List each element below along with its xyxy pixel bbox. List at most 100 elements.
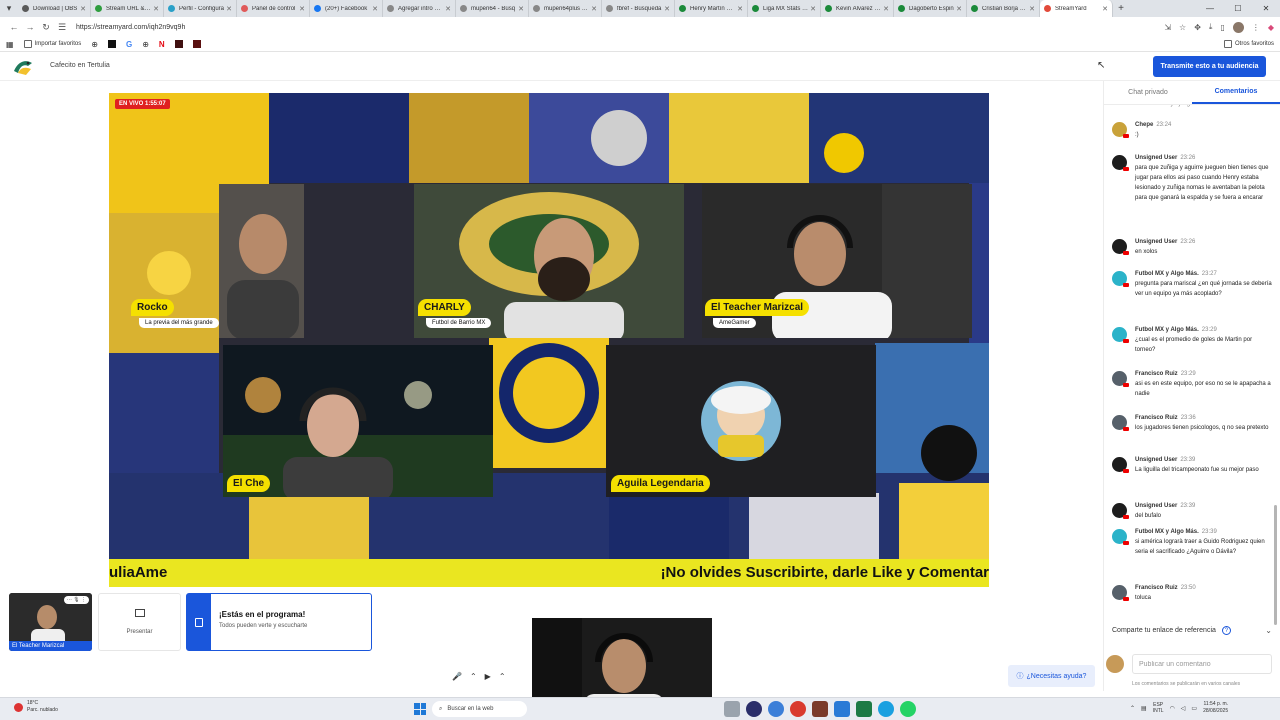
- bookmark-dark-2[interactable]: [192, 40, 201, 48]
- referral-link-toggle[interactable]: Comparte tu enlace de referencia ? ⌄: [1112, 626, 1272, 635]
- browser-tab[interactable]: fbref - Búsqueda ✕: [602, 0, 675, 17]
- app-skype-icon[interactable]: [878, 701, 894, 717]
- participant-video-rocko[interactable]: [219, 184, 304, 338]
- tab-close-icon[interactable]: ✕: [226, 5, 232, 13]
- mic-icon[interactable]: 🎙: [73, 597, 79, 603]
- tab-close-icon[interactable]: ✕: [737, 5, 743, 13]
- bookmark-google[interactable]: G: [126, 40, 132, 49]
- tab-close-icon[interactable]: ✕: [591, 5, 597, 13]
- help-button[interactable]: ⓘ ¿Necesitas ayuda?: [1008, 665, 1095, 687]
- url-field[interactable]: https://streamyard.com/iqh2n9vq9h: [76, 24, 1164, 31]
- install-icon[interactable]: ⇲: [1164, 23, 1171, 32]
- participant-video-el-che[interactable]: [223, 345, 493, 497]
- comment-item[interactable]: Futbol MX y Algo Más. 23:29 ¿cual es el pr…: [1112, 327, 1272, 355]
- self-camera-controls[interactable]: ··· 🎙 ⋮: [63, 596, 89, 604]
- question-icon[interactable]: ?: [1221, 626, 1231, 635]
- profile-avatar[interactable]: [1232, 21, 1244, 33]
- tab-close-icon[interactable]: ✕: [518, 5, 524, 13]
- browser-tab[interactable]: Perfil - Configura ✕: [164, 0, 237, 17]
- bookmark-globe-2[interactable]: ⊕: [142, 40, 149, 49]
- chevron-up-icon[interactable]: ⌃: [1130, 705, 1135, 712]
- chevron-down-icon[interactable]: ⌄: [1265, 626, 1272, 635]
- browser-tab[interactable]: Cristian Borja Sta ✕: [967, 0, 1040, 17]
- app-chrome-icon[interactable]: [790, 701, 806, 717]
- reload-icon[interactable]: ↻: [38, 22, 54, 33]
- bookmark-netflix[interactable]: N: [159, 40, 165, 49]
- battery-icon[interactable]: ▭: [1191, 705, 1197, 712]
- browser-tab[interactable]: mupen64plus - E ✕: [529, 0, 602, 17]
- app-store-icon[interactable]: [812, 701, 828, 717]
- microphone-icon[interactable]: 🎤: [452, 672, 462, 681]
- minimize-icon[interactable]: —: [1196, 4, 1224, 13]
- extensions-icon[interactable]: ✥: [1194, 23, 1201, 32]
- bookmark-globe[interactable]: ⊕: [91, 40, 98, 49]
- comment-list[interactable]: nervios o así ya juego Chepe23:24:) Unsign…: [1104, 105, 1280, 615]
- app-obs-icon[interactable]: [746, 701, 762, 717]
- app-edge-icon[interactable]: [768, 701, 784, 717]
- comment-input[interactable]: [1132, 654, 1272, 674]
- scrollbar-thumb[interactable]: [1274, 505, 1277, 625]
- streamyard-logo-icon[interactable]: [12, 57, 34, 77]
- back-icon[interactable]: ←: [6, 22, 22, 32]
- comment-item[interactable]: nervios o así ya juego: [1112, 105, 1272, 120]
- tab-close-icon[interactable]: ✕: [810, 5, 816, 13]
- app-whatsapp-icon[interactable]: [900, 701, 916, 717]
- network-icon[interactable]: ▤: [1141, 705, 1147, 712]
- browser-tab[interactable]: Henry Martín Sta ✕: [675, 0, 748, 17]
- browser-tab[interactable]: Agregar intro a C ✕: [383, 0, 456, 17]
- tab-comments[interactable]: Comentarios: [1192, 81, 1280, 104]
- chevron-up-icon[interactable]: ⌃: [499, 672, 506, 681]
- tab-close-icon[interactable]: ✕: [1029, 5, 1035, 13]
- menu-icon[interactable]: ⋮: [1252, 23, 1260, 32]
- broadcast-title[interactable]: Cafecito en Tertulia: [50, 62, 110, 69]
- comment-item[interactable]: Francisco Ruiz 23:29 asi es en este equipo…: [1112, 371, 1272, 399]
- tab-search-icon[interactable]: ▾: [0, 0, 18, 17]
- browser-tab[interactable]: Liga MX Stats | Fi ✕: [748, 0, 821, 17]
- bookmark-dark-1[interactable]: [174, 40, 183, 48]
- forward-icon[interactable]: →: [22, 22, 38, 32]
- browser-tab[interactable]: Stream URL & Ke ✕: [91, 0, 164, 17]
- camera-icon[interactable]: ▶: [485, 672, 491, 681]
- apps-icon[interactable]: ▦: [6, 40, 14, 49]
- go-live-button[interactable]: Transmite esto a tu audiencia: [1153, 56, 1266, 77]
- downloads-icon[interactable]: ⤓: [1209, 22, 1213, 32]
- maximize-icon[interactable]: ☐: [1224, 4, 1252, 13]
- self-camera-preview[interactable]: ··· 🎙 ⋮ El Teacher Marizcal: [9, 593, 92, 651]
- tab-private-chat[interactable]: Chat privado: [1104, 81, 1192, 104]
- new-tab-button[interactable]: +: [1113, 3, 1129, 14]
- tab-close-icon[interactable]: ✕: [153, 5, 159, 13]
- comment-item[interactable]: Unsigned User 23:39 La liguilla del tricam…: [1112, 457, 1272, 475]
- browser-tab[interactable]: Kevin Álvarez Sta ✕: [821, 0, 894, 17]
- close-icon[interactable]: ✕: [1252, 4, 1280, 13]
- bookmark-star-icon[interactable]: ☆: [1179, 23, 1186, 32]
- comment-item[interactable]: Futbol MX y Algo Más. 23:39 si américa log…: [1112, 529, 1272, 557]
- tab-close-icon[interactable]: ✕: [445, 5, 451, 13]
- tab-close-icon[interactable]: ✕: [372, 5, 378, 13]
- other-bookmarks[interactable]: Otros favoritos: [1223, 40, 1274, 48]
- browser-tab[interactable]: mupen64 - Búsq ✕: [456, 0, 529, 17]
- tab-close-icon[interactable]: ✕: [956, 5, 962, 13]
- app-excel-icon[interactable]: [856, 701, 872, 717]
- tab-close-icon[interactable]: ✕: [299, 5, 305, 13]
- present-button[interactable]: Presentar: [98, 593, 181, 651]
- language-indicator[interactable]: ESP INTL: [1153, 702, 1164, 714]
- import-bookmarks[interactable]: Importar favoritos: [23, 40, 81, 48]
- app-files-icon[interactable]: [834, 701, 850, 717]
- app-settings-icon[interactable]: [724, 701, 740, 717]
- comment-item[interactable]: Francisco Ruiz 23:36 los jugadores tienen …: [1112, 415, 1272, 433]
- tab-close-icon[interactable]: ✕: [80, 5, 86, 13]
- comment-item[interactable]: Francisco Ruiz 23:50 toluca: [1112, 585, 1272, 603]
- gemini-icon[interactable]: ◆: [1268, 23, 1274, 32]
- volume-icon[interactable]: ◁: [1181, 705, 1186, 712]
- tab-close-icon[interactable]: ✕: [664, 5, 670, 13]
- comment-item[interactable]: Chepe 23:24:): [1112, 122, 1272, 140]
- bookmark-black[interactable]: [107, 40, 116, 48]
- browser-tab[interactable]: Panel de control ✕: [237, 0, 310, 17]
- wifi-icon[interactable]: ◠: [1170, 705, 1175, 712]
- browser-tab[interactable]: Dagoberto Espin ✕: [894, 0, 967, 17]
- browser-tab[interactable]: Download | OBS ✕: [18, 0, 91, 17]
- start-button[interactable]: [414, 703, 426, 715]
- comment-item[interactable]: Unsigned User 23:26 en xolos: [1112, 239, 1272, 257]
- comment-item[interactable]: Unsigned User 23:39 del bufalo: [1112, 503, 1272, 521]
- weather-widget[interactable]: 18°C Parc. nublado: [14, 700, 58, 714]
